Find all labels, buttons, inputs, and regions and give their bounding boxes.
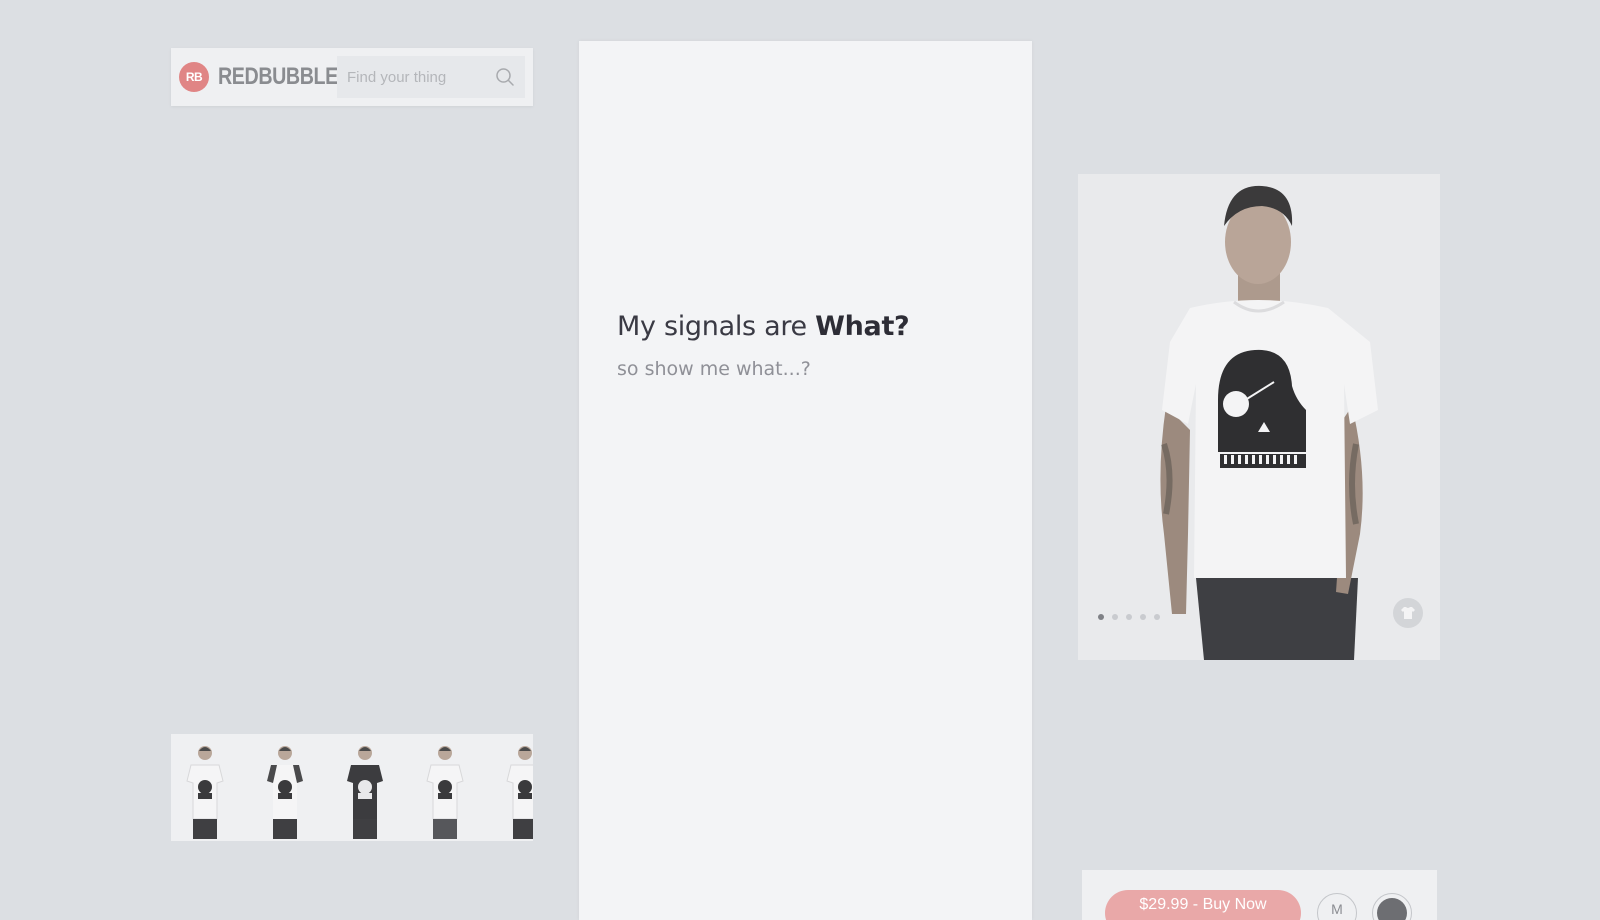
- thumbnail-white-tee[interactable]: [181, 741, 229, 841]
- thumbnail-white-tee-alt[interactable]: [421, 741, 469, 841]
- thumbnail-raglan-tee[interactable]: [261, 741, 309, 841]
- product-image-carousel[interactable]: [1078, 174, 1440, 660]
- selected-color-dot: [1377, 898, 1407, 920]
- color-swatch[interactable]: [1372, 893, 1412, 920]
- buy-now-button[interactable]: $29.99 - Buy Now: [1105, 890, 1301, 920]
- carousel-dot[interactable]: [1126, 614, 1132, 620]
- carousel-dot[interactable]: [1154, 614, 1160, 620]
- carousel-dot[interactable]: [1140, 614, 1146, 620]
- size-selector[interactable]: M: [1317, 893, 1357, 920]
- search-input[interactable]: [347, 68, 487, 86]
- product-model-photo: [1078, 174, 1440, 660]
- carousel-dot[interactable]: [1112, 614, 1118, 620]
- redbubble-logo-icon[interactable]: RB: [179, 62, 209, 92]
- headline-text: My signals are: [617, 311, 816, 342]
- purchase-bar: $29.99 - Buy Now M: [1082, 870, 1437, 920]
- carousel-dots: [1098, 614, 1160, 620]
- tshirt-view-icon[interactable]: [1393, 598, 1423, 628]
- product-thumbnails: [171, 734, 533, 841]
- brand-wordmark[interactable]: REDBUBBLE: [218, 63, 338, 91]
- headline: My signals are What?: [617, 311, 910, 342]
- search-box: [337, 56, 525, 98]
- thumbnail-white-tee-partial[interactable]: [501, 741, 533, 841]
- carousel-dot[interactable]: [1098, 614, 1104, 620]
- search-icon[interactable]: [495, 67, 515, 87]
- headline-emphasis: What?: [815, 311, 910, 342]
- subheadline: so show me what...?: [617, 358, 811, 380]
- thumbnail-dark-tee[interactable]: [341, 741, 389, 841]
- site-header: RB REDBUBBLE: [171, 48, 533, 106]
- main-panel: My signals are What? so show me what...?: [579, 41, 1032, 920]
